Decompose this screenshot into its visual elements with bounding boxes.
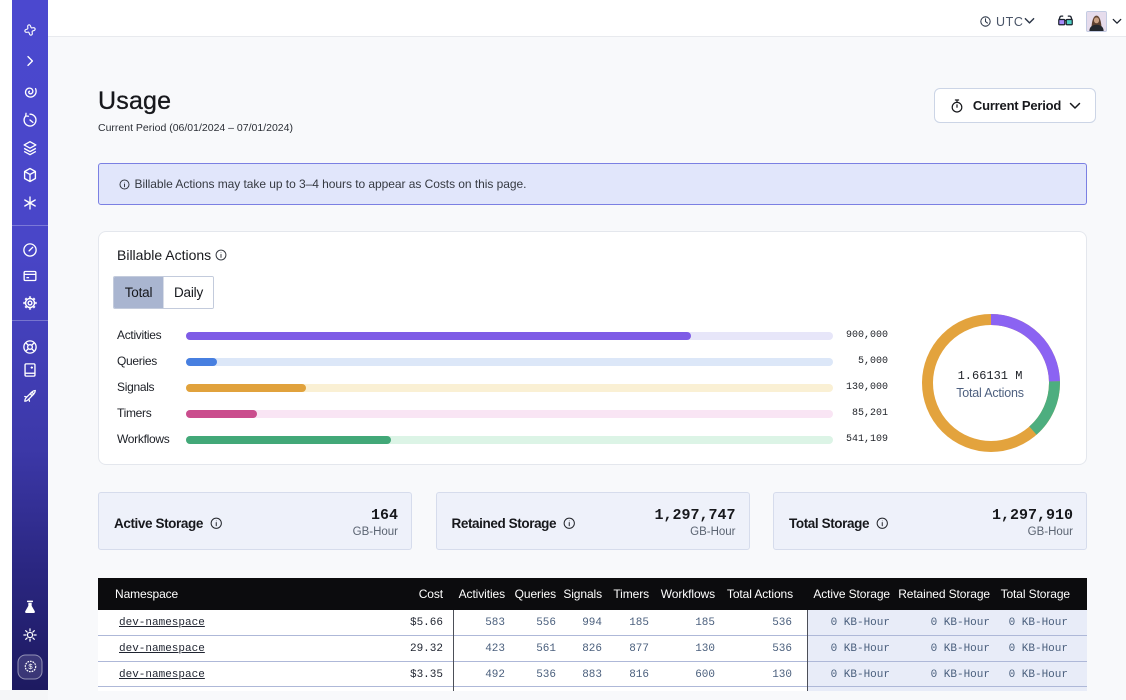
svg-text:$: $ <box>28 662 33 671</box>
